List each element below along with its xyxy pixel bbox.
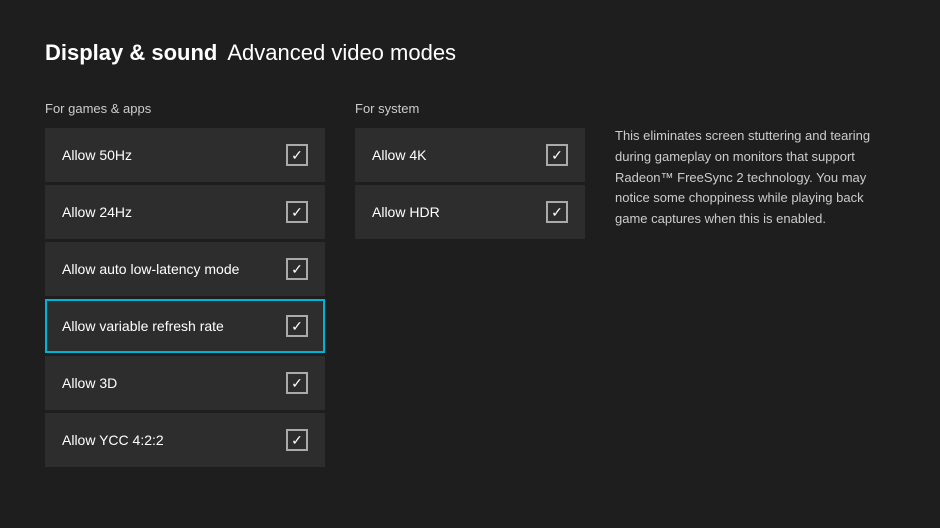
setting-label-allow-24hz: Allow 24Hz: [62, 204, 132, 220]
checkbox-allow-24hz[interactable]: [286, 201, 308, 223]
left-column-items: Allow 50Hz Allow 24Hz Allow auto low-laten…: [45, 128, 325, 470]
setting-item-allow-auto-low-latency[interactable]: Allow auto low-latency mode: [45, 242, 325, 296]
system-column-label: For system: [355, 101, 585, 116]
system-column-items: Allow 4K Allow HDR: [355, 128, 585, 242]
checkbox-allow-ycc-422[interactable]: [286, 429, 308, 451]
checkbox-allow-auto-low-latency[interactable]: [286, 258, 308, 280]
setting-label-allow-4k: Allow 4K: [372, 147, 426, 163]
info-column: This eliminates screen stuttering and te…: [615, 101, 895, 488]
header: Display & sound Advanced video modes: [45, 40, 895, 66]
content: For games & apps Allow 50HzAllow 24HzAll…: [45, 101, 895, 488]
header-sub-title: Advanced video modes: [227, 40, 456, 66]
setting-label-allow-variable-refresh-rate: Allow variable refresh rate: [62, 318, 224, 334]
setting-item-allow-3d[interactable]: Allow 3D: [45, 356, 325, 410]
checkbox-allow-4k[interactable]: [546, 144, 568, 166]
setting-item-allow-hdr[interactable]: Allow HDR: [355, 185, 585, 239]
page: Display & sound Advanced video modes For…: [0, 0, 940, 528]
setting-item-allow-ycc-422[interactable]: Allow YCC 4:2:2: [45, 413, 325, 467]
checkbox-allow-50hz[interactable]: [286, 144, 308, 166]
setting-item-allow-variable-refresh-rate[interactable]: Allow variable refresh rate: [45, 299, 325, 353]
setting-item-allow-4k[interactable]: Allow 4K: [355, 128, 585, 182]
system-column: For system Allow 4K Allow HDR: [355, 101, 585, 488]
setting-label-allow-auto-low-latency: Allow auto low-latency mode: [62, 261, 239, 277]
checkbox-allow-3d[interactable]: [286, 372, 308, 394]
setting-label-allow-ycc-422: Allow YCC 4:2:2: [62, 432, 164, 448]
setting-label-allow-hdr: Allow HDR: [372, 204, 440, 220]
checkbox-allow-hdr[interactable]: [546, 201, 568, 223]
setting-label-allow-50hz: Allow 50Hz: [62, 147, 132, 163]
left-column-label: For games & apps: [45, 101, 325, 116]
checkbox-allow-variable-refresh-rate[interactable]: [286, 315, 308, 337]
header-main-title: Display & sound: [45, 40, 217, 66]
info-text: This eliminates screen stuttering and te…: [615, 126, 895, 230]
setting-label-allow-3d: Allow 3D: [62, 375, 117, 391]
setting-item-allow-50hz[interactable]: Allow 50Hz: [45, 128, 325, 182]
left-column: For games & apps Allow 50HzAllow 24HzAll…: [45, 101, 325, 488]
setting-item-allow-24hz[interactable]: Allow 24Hz: [45, 185, 325, 239]
